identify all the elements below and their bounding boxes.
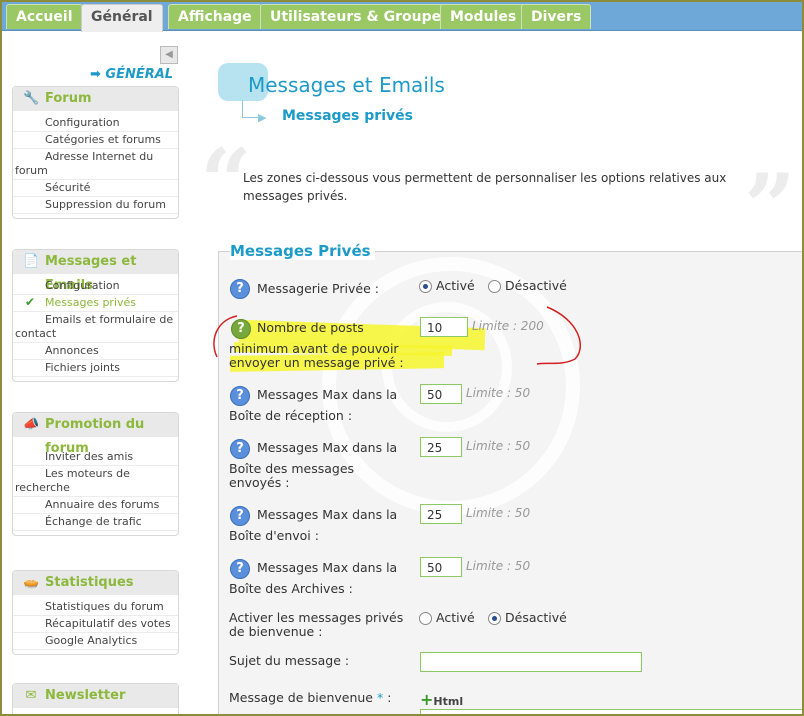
sidebar-item-configuration[interactable]: Configuration [13, 278, 178, 295]
sidebar-section-title: 📄 Messages et Emails [13, 250, 178, 293]
pm-inactive-radio[interactable] [488, 280, 501, 293]
sidebar-general-title: ➡ GÉNÉRAL [90, 67, 174, 82]
checkmark-icon: ✔ [25, 295, 36, 309]
max-archive-label: Messages Max dans la [257, 560, 398, 575]
pm-inactive-label: Désactivé [505, 278, 567, 293]
document-icon: 📄 [23, 254, 40, 269]
intro-text: Les zones ci-dessous vous permettent de … [243, 171, 727, 203]
sidebar-item-recap-votes[interactable]: Récapitulatif des votes [13, 616, 178, 633]
welcome-pm-label: de bienvenue : [229, 624, 323, 639]
pm-active-radio[interactable] [419, 280, 432, 293]
tab-divers[interactable]: Divers [521, 4, 592, 29]
help-icon[interactable]: ? [230, 386, 250, 406]
max-sent-label: envoyés : [229, 475, 290, 490]
arrow-right-icon: ▶ [258, 111, 267, 124]
plus-icon: + [420, 690, 434, 709]
max-archive-input[interactable]: 50 [420, 557, 462, 577]
sidebar-section-statistiques: 🥧 Statistiques Statistiques du forum Réc… [12, 570, 179, 655]
help-icon[interactable]: ? [230, 439, 250, 459]
welcome-active-radio[interactable] [419, 612, 432, 625]
sidebar-item-fichiers-joints[interactable]: Fichiers joints [13, 360, 178, 377]
max-inbox-label: Messages Max dans la [257, 387, 398, 402]
section-title: Messages Privés [230, 242, 375, 260]
sidebar-section-messages-emails: 📄 Messages et Emails Configuration ✔ Mes… [12, 249, 179, 382]
sidebar-item-categories[interactable]: Catégories et forums [13, 132, 178, 149]
sidebar-item-annuaire[interactable]: Annuaire des forums [13, 497, 178, 514]
tab-accueil[interactable]: Accueil [6, 4, 83, 29]
max-outbox-input[interactable]: 25 [420, 504, 462, 524]
admin-panel-window: Accueil Général Affichage Utilisateurs &… [0, 0, 804, 716]
min-posts-limit: Limite : 200 [472, 319, 544, 333]
subject-label: Sujet du message : [229, 653, 350, 668]
max-outbox-limit: Limite : 50 [466, 506, 531, 520]
pm-active-label: Activé [436, 278, 475, 293]
connector-line [242, 100, 259, 118]
max-archive-label: Boîte des Archives : [229, 581, 353, 596]
sidebar-item-google-analytics[interactable]: Google Analytics [13, 633, 178, 650]
welcome-inactive-label: Désactivé [505, 610, 567, 625]
sidebar-section-newsletter: ✉ Newsletter [12, 683, 179, 714]
welcome-message-label: Message de bienvenue * : [229, 690, 392, 705]
wrench-icon: 🔧 [23, 91, 40, 106]
page-subtitle: Messages privés [282, 108, 413, 124]
welcome-inactive-radio[interactable] [488, 612, 501, 625]
max-outbox-label: Boîte d'envoi : [229, 528, 319, 543]
max-sent-limit: Limite : 50 [466, 439, 531, 453]
max-archive-limit: Limite : 50 [466, 559, 531, 573]
sidebar-item-annonces[interactable]: Annonces [13, 343, 178, 360]
sidebar-item-moteurs-recherche[interactable]: Les moteurs de recherche [13, 466, 178, 497]
sidebar-item-emails-formulaire[interactable]: Emails et formulaire de contact [13, 312, 178, 343]
subject-input[interactable] [420, 652, 642, 672]
collapse-sidebar-button[interactable]: ◀ [160, 46, 178, 64]
min-posts-label: envoyer un message privé : [229, 355, 404, 370]
help-icon[interactable]: ? [231, 319, 251, 339]
html-toggle-button[interactable]: +Html [420, 690, 463, 709]
sidebar-item-echange-trafic[interactable]: Échange de trafic [13, 514, 178, 531]
sidebar-section-promotion: 📣 Promotion du forum Inviter des amis Le… [12, 412, 179, 536]
max-sent-label: Messages Max dans la [257, 440, 398, 455]
min-posts-input[interactable]: 10 [420, 317, 468, 337]
top-tab-bar: Accueil Général Affichage Utilisateurs &… [2, 2, 802, 32]
tab-affichage[interactable]: Affichage [168, 4, 262, 29]
sidebar-item-messages-prives[interactable]: ✔ Messages privés [13, 295, 178, 312]
sidebar-item-stats-forum[interactable]: Statistiques du forum [13, 599, 178, 616]
sidebar-section-forum: 🔧 Forum Configuration Catégories et foru… [12, 86, 179, 219]
sidebar-item-suppression[interactable]: Suppression du forum [13, 197, 178, 214]
sidebar-item-inviter-amis[interactable]: Inviter des amis [13, 449, 178, 466]
pm-label: Messagerie Privée : [257, 281, 379, 296]
max-inbox-limit: Limite : 50 [466, 386, 531, 400]
welcome-active-label: Activé [436, 610, 475, 625]
sidebar-section-title: 🔧 Forum [13, 87, 178, 111]
tab-general[interactable]: Général [81, 4, 163, 32]
pie-chart-icon: 🥧 [23, 575, 40, 590]
tab-modules[interactable]: Modules [440, 4, 527, 29]
welcome-message-textarea[interactable] [420, 709, 802, 714]
sidebar-item-securite[interactable]: Sécurité [13, 180, 178, 197]
min-posts-label: Nombre de posts [257, 320, 364, 335]
sidebar-section-title: 📣 Promotion du forum [13, 413, 178, 456]
sidebar-section-title: ✉ Newsletter [13, 684, 178, 708]
help-icon[interactable]: ? [230, 559, 250, 579]
tab-utilisateurs-groupes[interactable]: Utilisateurs & Groupes [260, 4, 460, 29]
page-title: Messages et Emails [248, 73, 445, 97]
envelope-icon: ✉ [25, 688, 37, 703]
max-sent-input[interactable]: 25 [420, 437, 462, 457]
max-inbox-label: Boîte de réception : [229, 408, 353, 423]
sidebar-section-title: 🥧 Statistiques [13, 571, 178, 595]
sidebar-item-adresse-internet[interactable]: Adresse Internet du forum [13, 149, 178, 180]
help-icon[interactable]: ? [230, 506, 250, 526]
megaphone-icon: 📣 [23, 417, 40, 432]
max-inbox-input[interactable]: 50 [420, 384, 462, 404]
help-icon[interactable]: ? [230, 279, 250, 299]
max-outbox-label: Messages Max dans la [257, 507, 398, 522]
sidebar-item-configuration[interactable]: Configuration [13, 115, 178, 132]
